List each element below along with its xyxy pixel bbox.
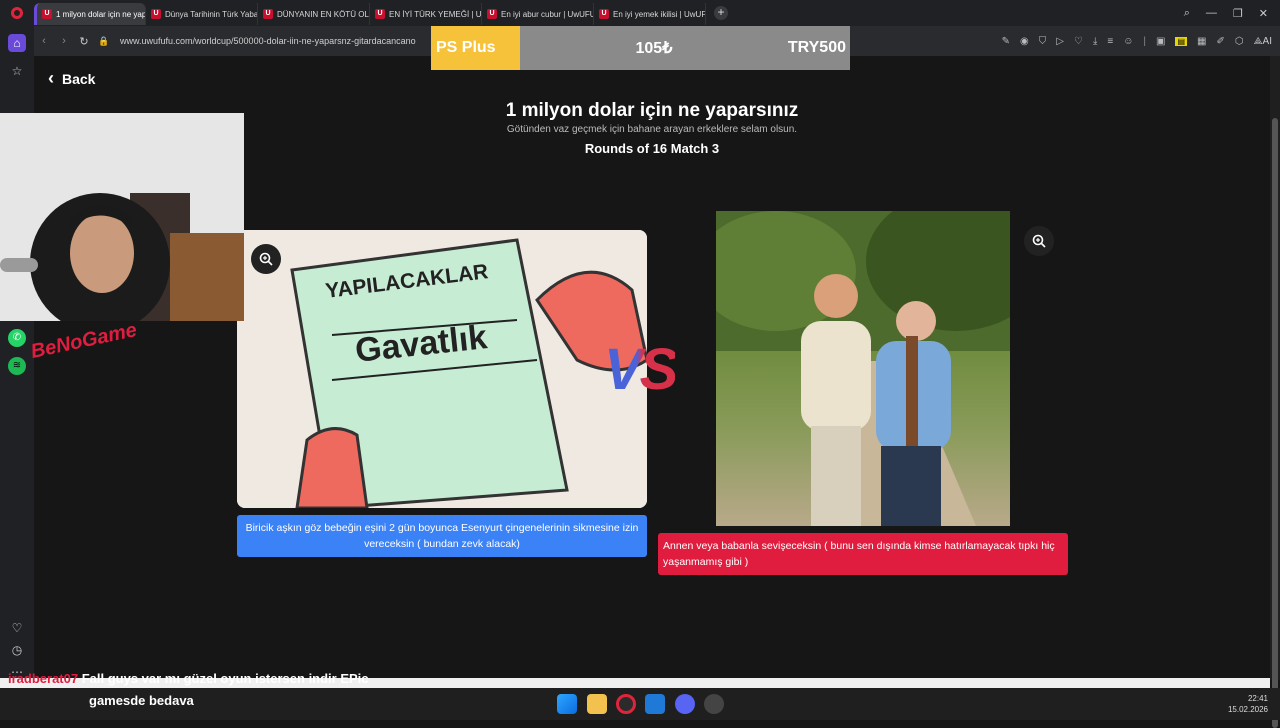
ai-label: AI bbox=[1262, 35, 1272, 47]
tab-strip: U 1 milyon dolar için ne yap U Dünya Tarih… bbox=[0, 0, 1280, 26]
uwufufu-favicon-icon: U bbox=[42, 9, 52, 19]
settings-icon[interactable] bbox=[704, 694, 724, 714]
window-controls: ⌕ — ❐ ✕ bbox=[1184, 0, 1280, 26]
spotify-icon[interactable]: ≋ bbox=[8, 357, 26, 375]
edit-icon[interactable]: ✎ bbox=[1002, 36, 1010, 47]
home-icon[interactable]: ⌂ bbox=[8, 34, 26, 52]
clock-time: 22:41 bbox=[1247, 694, 1268, 703]
ad-banner[interactable]: PS Plus 105₺ TRY500 bbox=[431, 26, 850, 70]
vs-label: VS bbox=[604, 337, 678, 402]
clock-date: 15.02.2026 bbox=[1227, 705, 1268, 714]
opera-logo-icon[interactable] bbox=[0, 0, 34, 26]
tab-3[interactable]: U DÜNYANIN EN KÖTÜ OLA bbox=[258, 3, 370, 25]
search-icon[interactable]: ⌕ bbox=[1184, 7, 1190, 20]
uwufufu-favicon-icon: U bbox=[263, 9, 273, 19]
tab-1[interactable]: U 1 milyon dolar için ne yap bbox=[34, 3, 146, 25]
extension-grey-icon[interactable]: ▦ bbox=[1197, 36, 1206, 47]
back-button[interactable]: ‹ Back bbox=[48, 68, 95, 89]
vertical-scrollbar[interactable] bbox=[1270, 56, 1280, 728]
scroll-thumb[interactable] bbox=[1272, 118, 1278, 728]
new-tab-button[interactable]: + bbox=[714, 6, 728, 20]
chat-username: iradberat07 bbox=[8, 671, 79, 686]
heart-icon[interactable]: ♡ bbox=[8, 619, 26, 637]
tab-label: DÜNYANIN EN KÖTÜ OLA bbox=[277, 9, 370, 19]
tab-label: En iyi abur cubur | UwUFU bbox=[501, 9, 594, 19]
opera-taskbar-icon[interactable] bbox=[616, 694, 636, 714]
left-option-image[interactable]: YAPILACAKLAR Gavatlık bbox=[237, 230, 647, 508]
tab-2[interactable]: U Dünya Tarihinin Türk Yaba bbox=[146, 3, 258, 25]
chevron-left-icon: ‹ bbox=[48, 68, 54, 88]
menu-icon[interactable]: ≡ bbox=[1107, 36, 1113, 47]
tab-label: Dünya Tarihinin Türk Yaba bbox=[165, 9, 258, 19]
divider: | bbox=[1143, 35, 1147, 47]
camera-icon[interactable]: ◉ bbox=[1020, 36, 1029, 47]
minimize-icon[interactable]: — bbox=[1206, 7, 1217, 19]
star-icon[interactable]: ☆ bbox=[8, 62, 26, 80]
close-icon[interactable]: ✕ bbox=[1259, 7, 1268, 20]
webcam-overlay bbox=[0, 113, 244, 321]
chat-message: iradberat07 Fall guys var mı güzel oyun … bbox=[8, 671, 369, 686]
chat-text-1: Fall guys var mı güzel oyun istersen ind… bbox=[81, 671, 369, 686]
restore-icon[interactable]: ❐ bbox=[1233, 7, 1243, 20]
extension-icon[interactable]: ▣ bbox=[1156, 36, 1165, 47]
right-option-caption[interactable]: Annen veya babanla sevişeceksin ( bunu s… bbox=[658, 533, 1068, 575]
ad-currency-price: TRY500 bbox=[787, 39, 846, 56]
reload-icon[interactable]: ↻ bbox=[74, 35, 94, 48]
heart-icon[interactable]: ♡ bbox=[1074, 36, 1083, 47]
cube-icon[interactable]: ⬡ bbox=[1235, 36, 1244, 47]
vscode-icon[interactable] bbox=[645, 694, 665, 714]
toolbar-icons: ✎ ◉ ⛉ ▷ ♡ ⤓ ≡ ☺ | ▣ ▤ ▦ ✐ ⬡ ⟁AI bbox=[1002, 26, 1272, 56]
page-title: 1 milyon dolar için ne yaparsınız bbox=[505, 100, 799, 121]
round-label: Rounds of 16 Match 3 bbox=[584, 141, 720, 156]
streamer-webcam bbox=[0, 113, 244, 321]
uwufufu-favicon-icon: U bbox=[151, 9, 161, 19]
play-icon[interactable]: ▷ bbox=[1056, 36, 1064, 47]
ad-brand: PS Plus bbox=[436, 39, 496, 56]
whatsapp-icon[interactable]: ✆ bbox=[8, 329, 26, 347]
zoom-left-button[interactable] bbox=[251, 244, 281, 274]
history-icon[interactable]: ◷ bbox=[8, 641, 26, 659]
zoom-in-icon bbox=[259, 252, 273, 266]
ad-price: 105₺ bbox=[635, 40, 673, 57]
discord-icon[interactable] bbox=[675, 694, 695, 714]
back-label: Back bbox=[62, 70, 96, 87]
forward-arrow-icon[interactable]: › bbox=[54, 35, 74, 47]
pen-icon[interactable]: ✐ bbox=[1217, 36, 1225, 47]
back-arrow-icon[interactable]: ‹ bbox=[34, 35, 54, 47]
shield-icon[interactable]: ⛉ bbox=[1039, 36, 1047, 47]
ai-button[interactable]: ⟁AI bbox=[1254, 36, 1272, 47]
two-men-photo bbox=[716, 211, 1010, 526]
system-clock: 22:41 15.02.2026 bbox=[1228, 693, 1268, 715]
tab-label: EN İYİ TÜRK YEMEĞİ | Uw bbox=[389, 9, 482, 19]
tab-label: 1 milyon dolar için ne yap bbox=[56, 9, 146, 19]
extension-yellow-icon[interactable]: ▤ bbox=[1175, 36, 1188, 46]
zoom-in-icon bbox=[1032, 234, 1046, 248]
uwufufu-favicon-icon: U bbox=[487, 9, 497, 19]
right-option-image[interactable] bbox=[716, 211, 1010, 526]
tab-label: En iyi yemek ikilisi | UwUF bbox=[613, 9, 706, 19]
file-explorer-icon[interactable] bbox=[587, 694, 607, 714]
chat-text-2: gamesde bedava bbox=[89, 693, 194, 708]
tab-5[interactable]: U En iyi abur cubur | UwUFU bbox=[482, 3, 594, 25]
zoom-right-button[interactable] bbox=[1024, 226, 1054, 256]
uwufufu-favicon-icon: U bbox=[375, 9, 385, 19]
tab-6[interactable]: U En iyi yemek ikilisi | UwUF bbox=[594, 3, 706, 25]
page-subtitle: Götünden vaz geçmek için bahane arayan e… bbox=[506, 124, 798, 135]
url-field[interactable]: www.uwufufu.com/worldcup/500000-dolar-ii… bbox=[120, 36, 416, 46]
download-icon[interactable]: ⤓ bbox=[1093, 36, 1097, 47]
account-icon[interactable]: ☺ bbox=[1123, 36, 1133, 47]
windows-start-icon[interactable] bbox=[557, 694, 577, 714]
left-option-caption[interactable]: Biricik aşkın göz bebeğin eşini 2 gün bo… bbox=[237, 515, 647, 557]
lock-icon: 🔒 bbox=[98, 35, 110, 46]
uwufufu-favicon-icon: U bbox=[599, 9, 609, 19]
tab-4[interactable]: U EN İYİ TÜRK YEMEĞİ | Uw bbox=[370, 3, 482, 25]
